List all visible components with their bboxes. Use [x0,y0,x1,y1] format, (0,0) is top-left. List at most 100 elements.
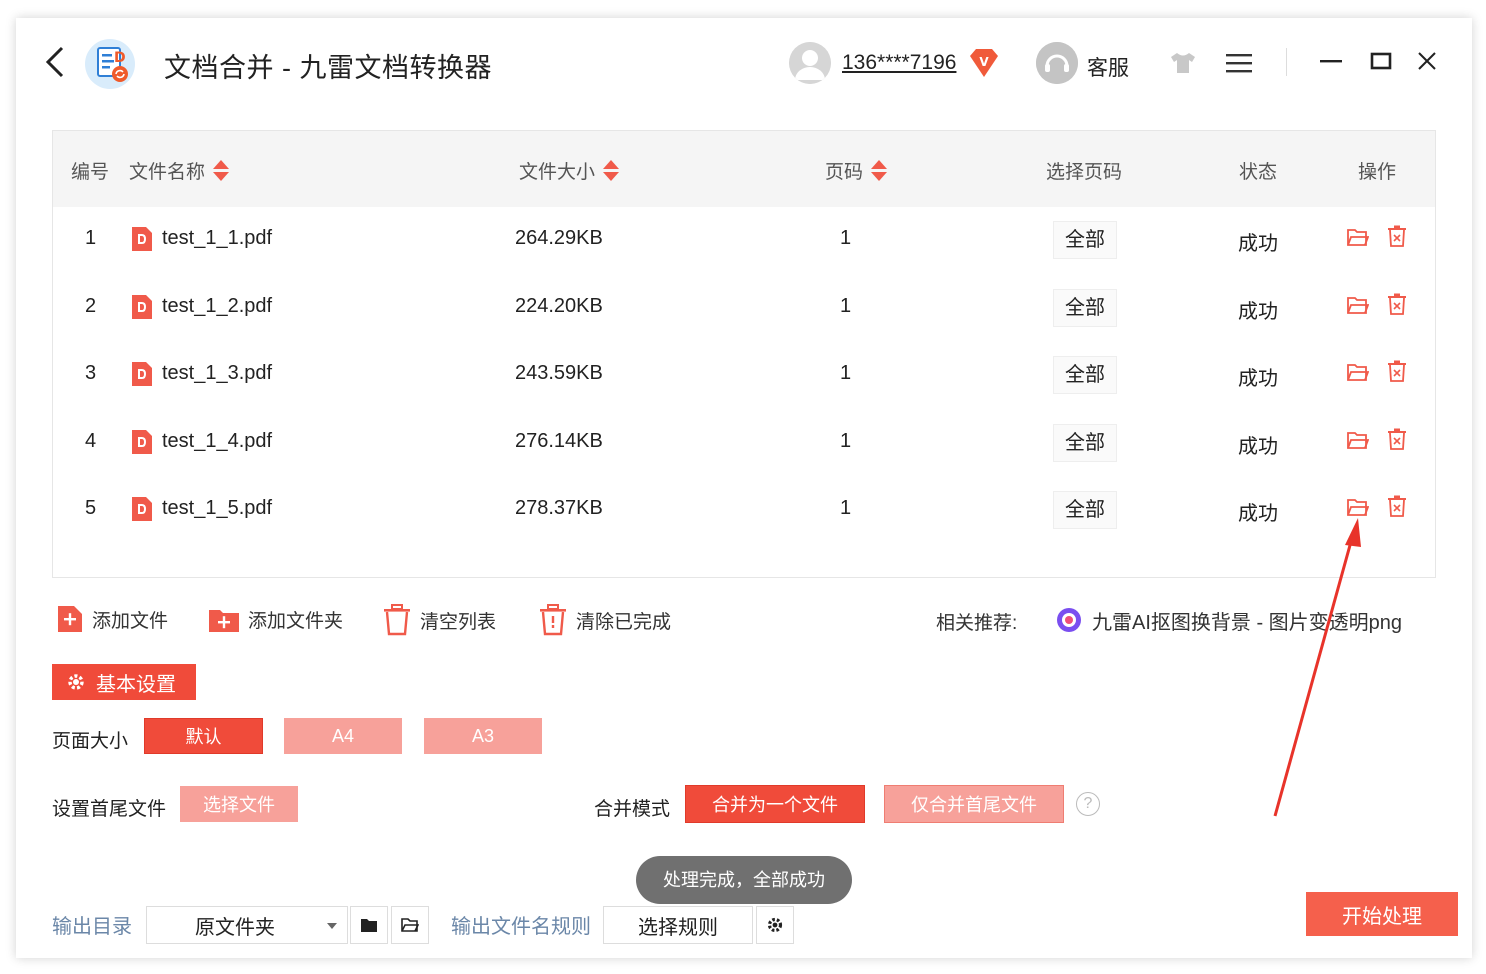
basic-settings-tab[interactable]: 基本设置 [52,664,196,700]
row-status: 成功 [1238,233,1278,255]
skin-shirt-icon[interactable] [1169,52,1197,74]
folder-filled-icon [361,919,377,932]
page-size-default-button[interactable]: 默认 [144,718,263,754]
basic-settings-label: 基本设置 [96,673,176,696]
add-file-button[interactable]: 添加文件 [56,604,168,634]
row-index: 4 [85,429,97,452]
choose-rule-button[interactable]: 选择规则 [603,906,753,944]
row-index: 5 [85,497,97,519]
open-folder-icon[interactable] [1347,295,1369,315]
start-processing-button[interactable]: 开始处理 [1306,892,1458,936]
delete-icon[interactable] [1387,495,1407,517]
row-file-name: test_1_5.pdf [162,497,273,519]
user-avatar[interactable] [789,42,831,84]
service-avatar[interactable] [1036,42,1078,84]
row-index: 2 [85,294,97,317]
head-tail-file-label: 设置首尾文件 [52,799,167,820]
add-folder-button[interactable]: 添加文件夹 [208,604,343,634]
row-status: 成功 [1238,435,1278,458]
page-range-button[interactable]: 全部 [1053,423,1117,462]
output-dir-select[interactable]: 原文件夹 [146,906,348,944]
clear-list-button[interactable]: 清空列表 [382,604,496,636]
row-status: 成功 [1238,300,1278,323]
table-header: 编号 文件名称 文件大小 页码 选择页码 状态 操作 [53,131,1435,207]
customer-service-label[interactable]: 客服 [1087,52,1129,82]
header-pages-label: 页码 [825,162,864,183]
delete-icon[interactable] [1387,360,1407,382]
close-icon[interactable] [1414,48,1440,74]
status-toast: 处理完成，全部成功 [636,856,852,904]
page-range-button[interactable]: 全部 [1053,491,1117,529]
add-file-icon [58,606,82,632]
maximize-icon[interactable] [1368,48,1394,74]
recommend-link[interactable]: 九雷AI抠图换背景 - 图片变透明png [1092,606,1402,635]
delete-icon[interactable] [1387,428,1407,450]
table-row: 4 test_1_4.pdf 276.14KB 1 全部 成功 [53,410,1435,478]
add-file-label: 添加文件 [92,610,169,632]
merge-into-one-button[interactable]: 合并为一个文件 [685,785,865,823]
sort-icon[interactable] [213,159,230,182]
headset-icon [1036,42,1078,84]
page-size-a4-button[interactable]: A4 [284,718,402,754]
user-phone[interactable]: 136****7196 [842,51,956,75]
back-arrow-icon[interactable] [42,42,72,82]
table-row: 1 test_1_1.pdf 264.29KB 1 全部 成功 [53,207,1435,275]
open-folder-icon[interactable] [1347,362,1369,382]
header-size-label: 文件大小 [519,162,596,183]
add-folder-icon [209,610,239,632]
header-page-range: 选择页码 [1046,157,1122,184]
minimize-icon[interactable] [1318,48,1344,74]
page-range-button[interactable]: 全部 [1053,288,1117,327]
open-output-folder-button[interactable] [391,906,429,944]
folder-open-icon [401,918,419,932]
help-icon[interactable]: ? [1076,792,1100,816]
header-size[interactable]: 文件大小 [519,157,620,184]
title-bar: D 文档合并 - 九雷文档转换器 136****7196 V 客服 [16,18,1472,110]
delete-icon[interactable] [1387,293,1407,315]
row-page-count: 1 [840,497,852,519]
delete-icon[interactable] [1387,225,1407,247]
app-title: 文档合并 - 九雷文档转换器 [164,53,492,83]
ai-matting-app-icon[interactable] [1056,607,1082,633]
header-index-label: 编号 [71,162,110,183]
select-file-button[interactable]: 选择文件 [180,786,298,822]
row-file-size: 243.59KB [515,362,603,384]
open-folder-icon[interactable] [1347,497,1369,517]
page-size-label: 页面大小 [52,731,129,752]
sort-icon[interactable] [603,159,620,182]
vip-badge-icon[interactable]: V [968,48,1000,78]
trash-icon [384,604,410,636]
page-size-a3-button[interactable]: A3 [424,718,542,754]
open-folder-icon[interactable] [1347,430,1369,450]
clear-done-label: 清除已完成 [576,611,672,633]
header-status-label: 状态 [1239,162,1278,183]
menu-icon[interactable] [1226,52,1252,74]
clear-done-button[interactable]: 清除已完成 [538,604,671,636]
row-file-name: test_1_1.pdf [162,227,273,249]
app-logo-icon: D [85,39,135,89]
row-index: 3 [85,362,97,384]
chevron-down-icon [327,923,337,929]
row-index: 1 [85,227,97,249]
header-pages[interactable]: 页码 [825,157,888,184]
row-page-count: 1 [840,227,852,249]
row-file-name: test_1_2.pdf [162,294,273,317]
row-file-size: 264.29KB [515,227,603,249]
gear-icon [68,674,84,690]
row-status: 成功 [1238,368,1278,390]
page-range-button[interactable]: 全部 [1053,221,1117,259]
sort-icon[interactable] [871,159,888,182]
gear-icon [767,917,783,933]
merge-head-tail-only-button[interactable]: 仅合并首尾文件 [884,785,1064,823]
header-name[interactable]: 文件名称 [129,157,230,184]
row-file-size: 224.20KB [515,294,603,317]
output-dir-label: 输出目录 [52,916,132,938]
browse-folder-button[interactable] [350,906,388,944]
header-actions: 操作 [1358,157,1396,184]
table-row: 2 test_1_2.pdf 224.20KB 1 全部 成功 [53,275,1435,343]
header-index: 编号 [71,157,109,184]
row-file-size: 276.14KB [515,429,603,452]
open-folder-icon[interactable] [1347,227,1369,247]
rule-settings-button[interactable] [756,906,794,944]
page-range-button[interactable]: 全部 [1053,356,1117,394]
